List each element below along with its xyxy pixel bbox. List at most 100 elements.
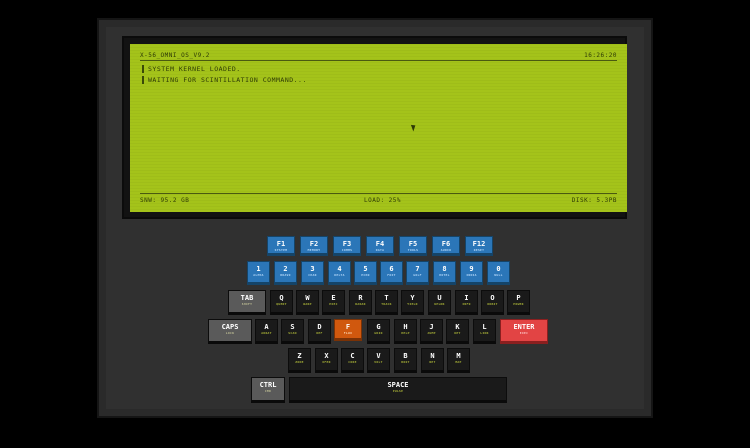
key-label: Z xyxy=(297,352,302,360)
key-n0[interactable]: 0 NULL xyxy=(487,261,510,285)
key-sublabel: ARRAY xyxy=(261,331,272,335)
key-f4[interactable]: F4 DATA xyxy=(366,236,394,256)
key-sublabel: SCAN xyxy=(288,331,297,335)
key-n7[interactable]: 7 GOLF xyxy=(406,261,429,285)
key-enter[interactable]: ENTER EXEC xyxy=(500,319,548,344)
key-f2[interactable]: F2 MEMORY xyxy=(300,236,328,256)
key-sublabel: AUDIO xyxy=(440,248,452,252)
key-label: 1 xyxy=(256,265,261,273)
key-g[interactable]: G GRID xyxy=(367,319,390,344)
key-label: 6 xyxy=(389,265,394,273)
key-sublabel: YIELD xyxy=(407,302,418,306)
key-label: S xyxy=(290,323,295,331)
key-label: 8 xyxy=(442,265,447,273)
key-label: W xyxy=(305,294,310,302)
key-f3[interactable]: F3 COMMS xyxy=(333,236,361,256)
key-n8[interactable]: 8 HOTEL xyxy=(433,261,456,285)
key-label: 3 xyxy=(310,265,315,273)
key-p[interactable]: P POWER xyxy=(507,290,530,315)
key-e[interactable]: E EXEC xyxy=(322,290,345,315)
key-n9[interactable]: 9 INDIA xyxy=(460,261,483,285)
key-d[interactable]: D DEF xyxy=(308,319,331,344)
key-sublabel: ECHO xyxy=(361,273,370,277)
key-sublabel: CHAR xyxy=(308,273,317,277)
key-w[interactable]: W WARP xyxy=(296,290,319,315)
key-j[interactable]: J JUMP xyxy=(420,319,443,344)
key-v[interactable]: V VOLT xyxy=(367,348,390,373)
key-label: F xyxy=(345,323,351,331)
key-label: C xyxy=(350,352,355,360)
key-label: F2 xyxy=(309,240,319,248)
key-sublabel: COMMS xyxy=(341,248,353,252)
key-label: CAPS xyxy=(221,323,239,331)
key-sublabel: NULL xyxy=(494,273,503,277)
key-q[interactable]: Q QUERY xyxy=(270,290,293,315)
key-n6[interactable]: 6 FOXT xyxy=(380,261,403,285)
key-h[interactable]: H HELP xyxy=(394,319,417,344)
key-label: R xyxy=(358,294,363,302)
key-ctrl[interactable]: CTRL CMD xyxy=(251,377,285,403)
key-o[interactable]: O ORBIT xyxy=(481,290,504,315)
key-space[interactable]: SPACE PULSE xyxy=(289,377,507,403)
key-sublabel: DELTA xyxy=(334,273,345,277)
key-n1[interactable]: 1 ALPHA xyxy=(247,261,270,285)
key-sublabel: HELP xyxy=(401,331,410,335)
key-label: D xyxy=(317,323,322,331)
key-sublabel: NET xyxy=(429,360,436,364)
key-sublabel: UPLNK xyxy=(434,302,445,306)
key-m[interactable]: M MAP xyxy=(447,348,470,373)
key-label: I xyxy=(464,294,469,302)
key-caps[interactable]: CAPS LOCK xyxy=(208,319,252,344)
key-z[interactable]: Z ZONE xyxy=(288,348,311,373)
key-label: T xyxy=(384,294,389,302)
key-label: TAB xyxy=(240,294,254,302)
key-s[interactable]: S SCAN xyxy=(281,319,304,344)
key-sublabel: INDIA xyxy=(466,273,477,277)
key-label: V xyxy=(376,352,381,360)
header-divider xyxy=(140,60,617,61)
key-n4[interactable]: 4 DELTA xyxy=(328,261,351,285)
key-label: F1 xyxy=(276,240,286,248)
key-n2[interactable]: 2 BRAVO xyxy=(274,261,297,285)
key-label: L xyxy=(482,323,487,331)
key-y[interactable]: Y YIELD xyxy=(401,290,424,315)
key-a[interactable]: A ARRAY xyxy=(255,319,278,344)
key-label: 2 xyxy=(283,265,288,273)
key-sublabel: JUMP xyxy=(427,331,436,335)
key-n5[interactable]: 5 ECHO xyxy=(354,261,377,285)
key-label: 9 xyxy=(469,265,474,273)
key-label: Y xyxy=(410,294,415,302)
key-sublabel: FOXT xyxy=(387,273,396,277)
key-sublabel: FLUX xyxy=(343,331,353,335)
key-sublabel: BOOT xyxy=(401,360,410,364)
key-f12[interactable]: F12 RESET xyxy=(465,236,493,256)
key-f5[interactable]: F5 TOOLS xyxy=(399,236,427,256)
key-sublabel: HOTEL xyxy=(439,273,450,277)
key-f1[interactable]: F1 SYSTEM xyxy=(267,236,295,256)
key-b[interactable]: B BOOT xyxy=(394,348,417,373)
key-c[interactable]: C CORE xyxy=(341,348,364,373)
key-i[interactable]: I INFO xyxy=(455,290,478,315)
key-l[interactable]: L LINK xyxy=(473,319,496,344)
terminal-screen[interactable]: X-56_OMNI_OS_V9.2 16:26:20 SYSTEM KERNEL… xyxy=(130,44,627,212)
key-x[interactable]: X XFER xyxy=(315,348,338,373)
key-sublabel: ALPHA xyxy=(253,273,264,277)
key-t[interactable]: T TRACK xyxy=(375,290,398,315)
key-sublabel: LINK xyxy=(480,331,489,335)
key-label: G xyxy=(376,323,381,331)
key-sublabel: XFER xyxy=(322,360,331,364)
key-n3[interactable]: 3 CHAR xyxy=(301,261,324,285)
key-r[interactable]: R RADAR xyxy=(349,290,372,315)
key-sublabel: VOLT xyxy=(374,360,383,364)
key-sublabel: TRACK xyxy=(381,302,392,306)
key-sublabel: KEY xyxy=(454,331,461,335)
key-n[interactable]: N NET xyxy=(421,348,444,373)
key-label: M xyxy=(456,352,461,360)
key-f6[interactable]: F6 AUDIO xyxy=(432,236,460,256)
key-f[interactable]: F FLUX xyxy=(334,319,362,341)
key-tab[interactable]: TAB SHIFT xyxy=(228,290,266,315)
key-k[interactable]: K KEY xyxy=(446,319,469,344)
key-label: J xyxy=(429,323,434,331)
key-u[interactable]: U UPLNK xyxy=(428,290,451,315)
console-line: WAITING FOR SCINTILLATION COMMAND... xyxy=(142,76,307,84)
